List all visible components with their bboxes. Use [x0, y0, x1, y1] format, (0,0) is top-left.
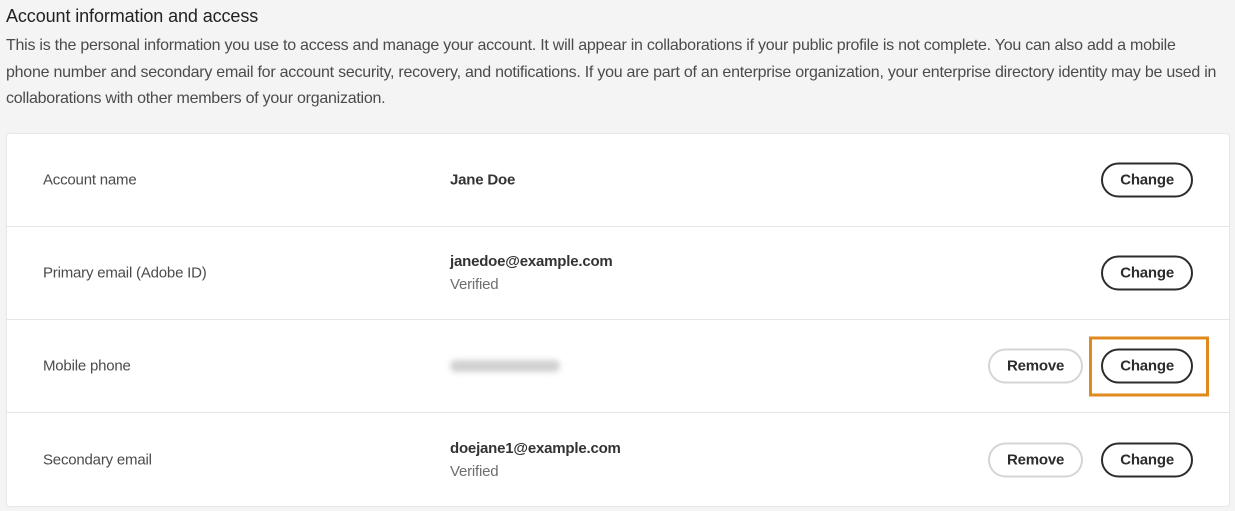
mobile-phone-row: Mobile phone Remove Change: [7, 320, 1229, 413]
change-primary-email-button[interactable]: Change: [1101, 255, 1193, 291]
account-name-actions: Change: [1101, 162, 1193, 198]
account-name-row: Account name Jane Doe Change: [7, 134, 1229, 227]
remove-secondary-email-button[interactable]: Remove: [988, 442, 1084, 477]
secondary-email-value: doejane1@example.com: [450, 439, 621, 457]
mobile-phone-label: Mobile phone: [43, 357, 131, 375]
account-information-section: Account information and access This is t…: [0, 0, 1235, 511]
primary-email-value-group: janedoe@example.com Verified: [450, 250, 613, 296]
section-title: Account information and access: [6, 6, 259, 26]
primary-email-label: Primary email (Adobe ID): [43, 264, 207, 282]
secondary-email-status: Verified: [450, 462, 499, 480]
change-secondary-email-button[interactable]: Change: [1101, 442, 1193, 477]
account-name-value: Jane Doe: [450, 171, 516, 189]
section-description: This is the personal information you use…: [6, 37, 1217, 107]
secondary-email-value-group: doejane1@example.com Verified: [450, 437, 621, 483]
secondary-email-row: Secondary email doejane1@example.com Ver…: [7, 413, 1229, 506]
mobile-phone-value-group: [450, 360, 560, 372]
primary-email-row: Primary email (Adobe ID) janedoe@example…: [7, 227, 1229, 320]
remove-mobile-phone-button[interactable]: Remove: [988, 348, 1084, 384]
change-mobile-phone-button[interactable]: Change: [1101, 348, 1193, 384]
mobile-phone-value-redacted: [450, 360, 560, 372]
account-name-value-group: Jane Doe: [450, 169, 515, 192]
secondary-email-label: Secondary email: [43, 451, 152, 468]
change-account-name-button[interactable]: Change: [1101, 162, 1193, 198]
highlighted-change-wrapper: Change: [1089, 336, 1209, 397]
primary-email-value: janedoe@example.com: [450, 253, 613, 270]
account-name-label: Account name: [43, 171, 137, 189]
secondary-email-actions: Remove Change: [988, 442, 1193, 477]
primary-email-actions: Change: [1101, 255, 1193, 291]
account-info-card: Account name Jane Doe Change Primary ema…: [6, 133, 1230, 507]
mobile-phone-actions: Remove Change: [988, 336, 1209, 397]
primary-email-status: Verified: [450, 276, 499, 293]
